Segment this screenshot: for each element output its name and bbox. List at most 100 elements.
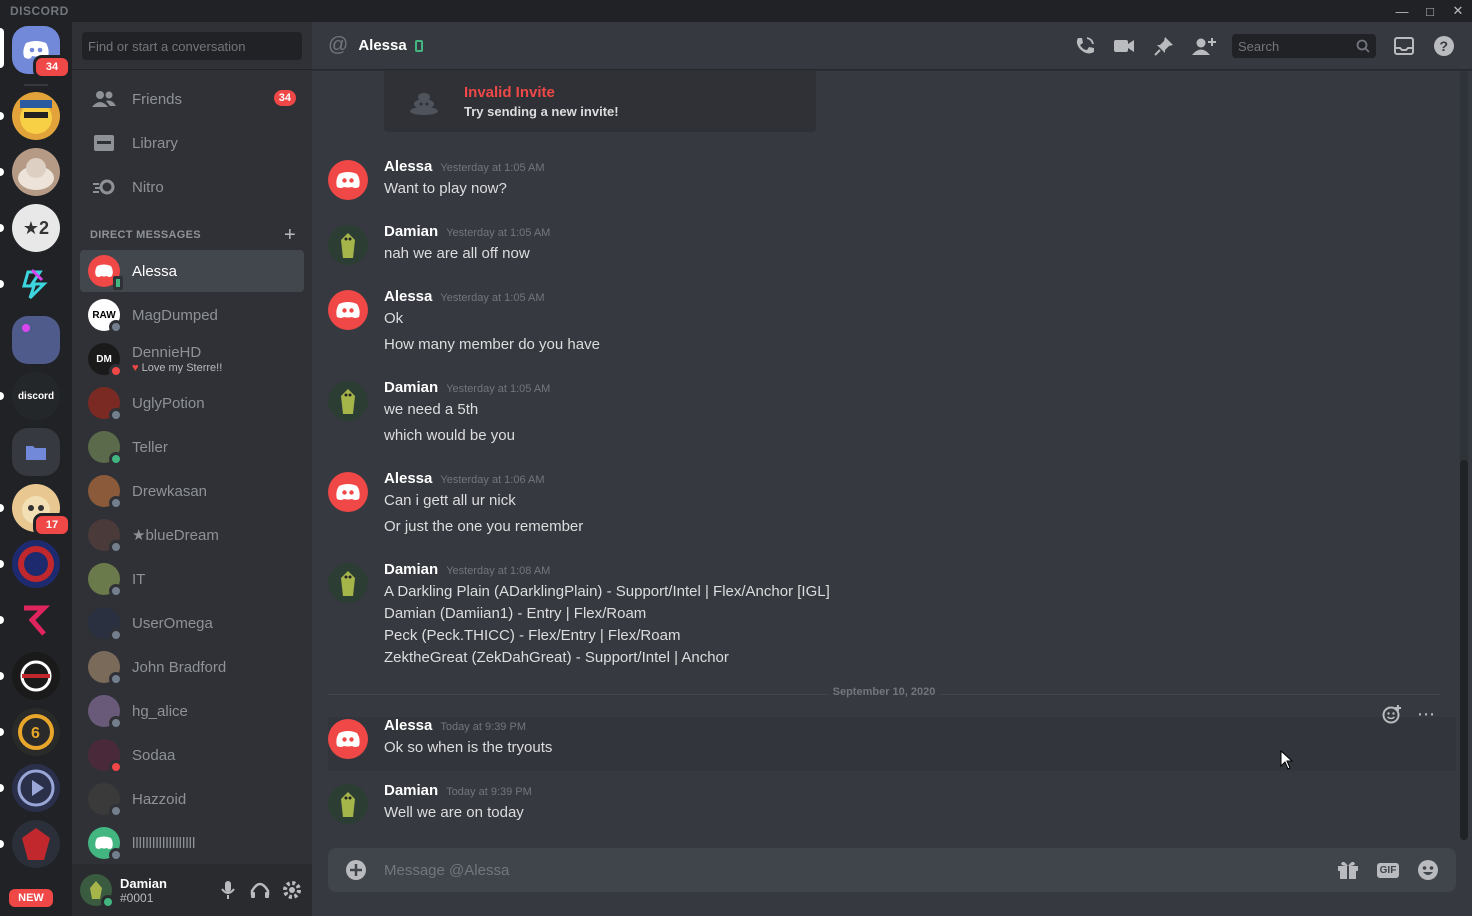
- nav-friends[interactable]: Friends 34: [80, 78, 304, 120]
- maximize-button[interactable]: □: [1416, 0, 1444, 22]
- invite-title: Invalid Invite: [464, 83, 555, 101]
- discord-bio-label: discord: [17, 390, 55, 402]
- message-avatar[interactable]: [328, 160, 368, 200]
- message-text: Or just the one you remember: [384, 518, 584, 535]
- unread-pill: [0, 672, 4, 680]
- more-options-icon[interactable]: ⋯: [1412, 700, 1440, 728]
- dm-avatar: [88, 519, 123, 554]
- folder-icon: [26, 446, 46, 460]
- message-input[interactable]: Message @Alessa: [384, 862, 1336, 879]
- server-10[interactable]: [12, 652, 60, 700]
- user-avatar[interactable]: [80, 874, 115, 909]
- close-button[interactable]: ✕: [1444, 0, 1472, 22]
- server-2[interactable]: [12, 148, 60, 196]
- message-author[interactable]: Alessa: [384, 470, 432, 487]
- message-avatar[interactable]: [328, 784, 368, 824]
- server-12[interactable]: [12, 764, 60, 812]
- message[interactable]: Alessa Yesterday at 1:05 AM Ok How many mem…: [328, 288, 1456, 368]
- video-call-icon[interactable]: [1112, 34, 1136, 58]
- dm-item[interactable]: RAW MagDumped: [80, 294, 304, 336]
- message-author[interactable]: Damian: [384, 782, 438, 799]
- upload-plus-icon[interactable]: [344, 858, 368, 882]
- nav-nitro[interactable]: Nitro: [80, 166, 304, 208]
- headphones-icon[interactable]: [248, 878, 272, 902]
- message[interactable]: Damian Today at 9:39 PM Well we are on tod…: [328, 782, 1456, 836]
- dm-item[interactable]: Sodaa: [80, 734, 304, 776]
- dm-avatar: [88, 431, 123, 466]
- message-avatar[interactable]: [328, 225, 368, 265]
- emoji-icon[interactable]: [1416, 858, 1440, 882]
- discord-bio[interactable]: discord: [12, 372, 60, 420]
- message[interactable]: Alessa Yesterday at 1:05 AM Want to play n…: [328, 158, 1456, 212]
- server-folder[interactable]: [12, 428, 60, 476]
- pin-icon[interactable]: [1152, 34, 1176, 58]
- server-5[interactable]: [12, 316, 60, 364]
- dm-item[interactable]: lllllllllllllllllll: [80, 822, 304, 864]
- server-8[interactable]: [12, 540, 60, 588]
- create-dm-icon[interactable]: +: [284, 225, 296, 245]
- voice-call-icon[interactable]: [1072, 34, 1096, 58]
- inbox-icon[interactable]: [1392, 34, 1416, 58]
- dm-item[interactable]: Teller: [80, 426, 304, 468]
- server-11[interactable]: 6: [12, 708, 60, 756]
- dm-item[interactable]: DM DennieHD ♥ Love my Sterre!!: [80, 338, 304, 380]
- discord-avatar-icon: [95, 836, 113, 849]
- message-avatar[interactable]: [328, 290, 368, 330]
- damian-avatar-icon: [341, 389, 355, 414]
- user-tag: #0001: [120, 890, 154, 905]
- scrollbar-thumb[interactable]: [1460, 460, 1468, 840]
- server-1[interactable]: [12, 92, 60, 140]
- dm-item[interactable]: Alessa: [80, 250, 304, 292]
- server-4[interactable]: [12, 260, 60, 308]
- add-reaction-icon[interactable]: [1378, 700, 1406, 728]
- message-avatar[interactable]: [328, 381, 368, 421]
- add-friend-icon[interactable]: [1192, 34, 1216, 58]
- server-13[interactable]: [12, 820, 60, 868]
- chat-search-input[interactable]: Search: [1232, 34, 1376, 58]
- message[interactable]: Damian Yesterday at 1:08 AM A Darkling Pla…: [328, 561, 1456, 677]
- find-conversation-input[interactable]: Find or start a conversation: [82, 32, 302, 60]
- dm-item[interactable]: UglyPotion: [80, 382, 304, 424]
- microphone-icon[interactable]: [216, 878, 240, 902]
- server-9[interactable]: [12, 596, 60, 644]
- help-icon[interactable]: ?: [1432, 34, 1456, 58]
- message-avatar[interactable]: [328, 719, 368, 759]
- dm-item[interactable]: UserOmega: [80, 602, 304, 644]
- message-timestamp: Yesterday at 1:05 AM: [440, 162, 545, 174]
- dm-item[interactable]: John Bradford: [80, 646, 304, 688]
- message-author[interactable]: Damian: [384, 561, 438, 578]
- gif-button[interactable]: GIF: [1376, 858, 1400, 882]
- dm-item[interactable]: IT: [80, 558, 304, 600]
- dm-status-offline: [109, 320, 123, 334]
- message[interactable]: Damian Yesterday at 1:05 AM we need a 5th w…: [328, 379, 1456, 459]
- dm-item[interactable]: hg_alice: [80, 690, 304, 732]
- gift-icon[interactable]: [1336, 858, 1360, 882]
- dm-name: lllllllllllllllllll: [132, 834, 196, 852]
- message-author[interactable]: Damian: [384, 379, 438, 396]
- message-author[interactable]: Damian: [384, 223, 438, 240]
- dm-avatar: RAW: [88, 299, 123, 334]
- dm-item[interactable]: Hazzoid: [80, 778, 304, 820]
- message-author[interactable]: Alessa: [384, 288, 432, 305]
- message-text: we need a 5th: [384, 401, 479, 418]
- dm-sidebar: Find or start a conversation Friends 34 …: [72, 22, 312, 916]
- chat-scrollbar[interactable]: [1460, 70, 1468, 840]
- message[interactable]: Damian Yesterday at 1:05 AM nah we are all…: [328, 223, 1456, 277]
- server-3-ranking[interactable]: ★2: [12, 204, 60, 252]
- dm-name: IT: [132, 570, 146, 588]
- message-avatar[interactable]: [328, 563, 368, 603]
- message[interactable]: Alessa Yesterday at 1:06 AM Can i gett all…: [328, 470, 1456, 550]
- settings-gear-icon[interactable]: [280, 878, 304, 902]
- dm-item[interactable]: ★blueDream: [80, 514, 304, 556]
- minimize-button[interactable]: —: [1388, 0, 1416, 22]
- message-avatar[interactable]: [328, 472, 368, 512]
- invalid-invite-embed: Invalid Invite Try sending a new invite!: [384, 70, 816, 132]
- dm-status-offline: [109, 848, 123, 862]
- damian-avatar-icon: [341, 233, 355, 258]
- message-timestamp: Yesterday at 1:05 AM: [446, 227, 551, 239]
- message-author[interactable]: Alessa: [384, 158, 432, 175]
- message-author[interactable]: Alessa: [384, 717, 432, 734]
- dm-item[interactable]: Drewkasan: [80, 470, 304, 512]
- dm-name: UglyPotion: [132, 394, 205, 412]
- nav-library[interactable]: Library: [80, 122, 304, 164]
